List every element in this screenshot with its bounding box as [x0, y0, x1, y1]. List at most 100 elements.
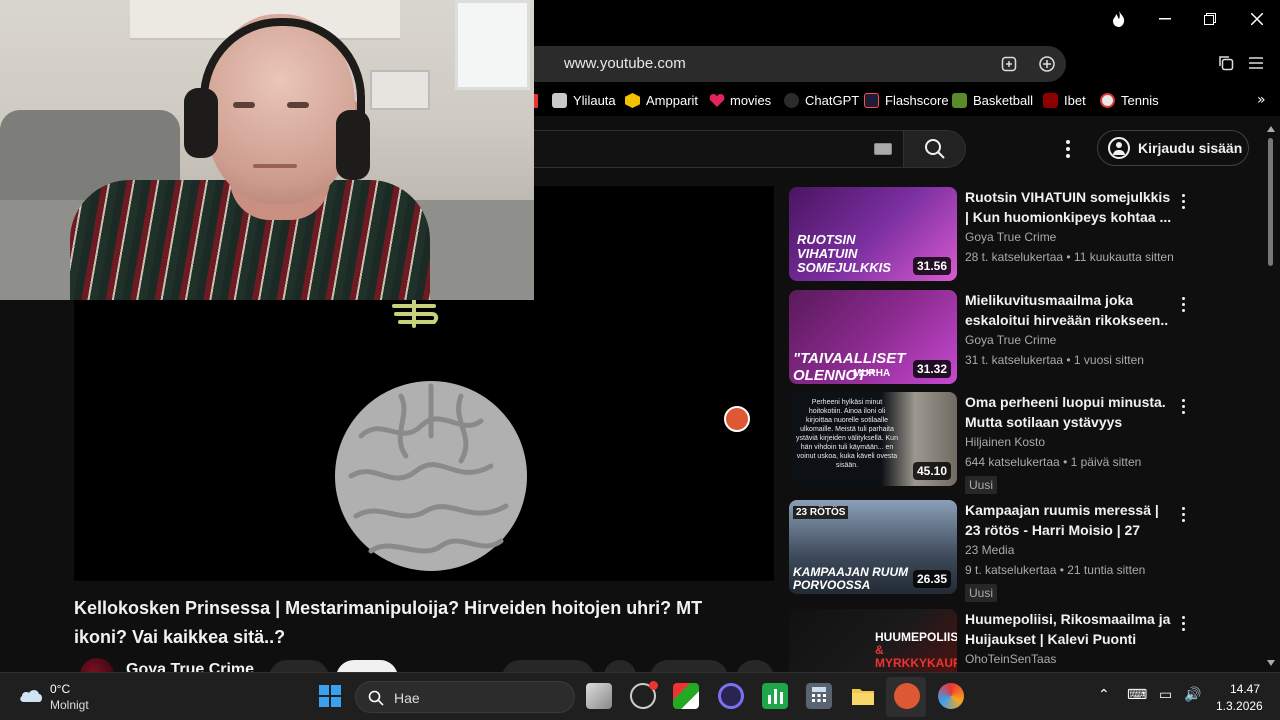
- task-view-icon[interactable]: [586, 683, 612, 709]
- channel-name[interactable]: Goya True Crime: [126, 661, 254, 672]
- recommendation-channel[interactable]: OhoTeinSenTaas: [965, 652, 1056, 666]
- share-button[interactable]: [604, 660, 636, 672]
- recommendation-title[interactable]: Ruotsin VIHATUIN somejulkkis | Kun huomi…: [965, 187, 1175, 227]
- video-thumbnail[interactable]: 23 RÖTÖS KAMPAAJAN RUUM PORVOOSSA 26.35: [789, 500, 957, 594]
- search-icon: [924, 139, 945, 159]
- recommendation-channel[interactable]: 23 Media: [965, 543, 1014, 557]
- subscribe-button[interactable]: [336, 660, 398, 672]
- url-text[interactable]: www.youtube.com: [564, 55, 686, 72]
- scroll-down-icon[interactable]: [1267, 660, 1275, 666]
- new-badge: Uusi: [965, 584, 998, 602]
- recommendation-item[interactable]: RUOTSIN VIHATUIN SOMEJULKKIS 31.56 Ruotsin…: [789, 187, 1259, 283]
- more-options-icon[interactable]: [1179, 294, 1187, 314]
- screen: www.youtube.com Ylilauta Ampparit movies: [0, 0, 1280, 720]
- recommendation-channel[interactable]: Goya True Crime: [965, 333, 1056, 347]
- video-duration: 26.35: [912, 570, 951, 588]
- recommendation-title[interactable]: Huumepoliisi, Rikosmaailma ja Huijaukset…: [965, 609, 1175, 649]
- recommendation-channel[interactable]: Hiljainen Kosto: [965, 435, 1045, 449]
- scrollbar-thumb[interactable]: [1268, 138, 1273, 266]
- thumbnail-caption: KAMPAAJAN RUUM PORVOOSSA: [793, 565, 909, 592]
- add-tab-icon[interactable]: [998, 53, 1020, 75]
- keyboard-icon[interactable]: ⌨: [1127, 687, 1147, 703]
- flame-icon[interactable]: [1099, 6, 1139, 32]
- symbol-icon: [392, 298, 439, 328]
- recommendation-title[interactable]: Mielikuvitusmaailma joka eskaloitui hirv…: [965, 290, 1175, 330]
- more-options-icon[interactable]: [1179, 613, 1187, 633]
- url-bar[interactable]: www.youtube.com: [534, 46, 1066, 82]
- copilot-icon[interactable]: [630, 681, 658, 709]
- app-icon[interactable]: [673, 683, 699, 709]
- folder-icon[interactable]: [850, 683, 876, 709]
- video-duration: 31.56: [912, 257, 951, 275]
- network-icon[interactable]: ▭: [1159, 687, 1172, 703]
- ylilauta-icon: [552, 93, 567, 108]
- join-button[interactable]: [269, 660, 329, 672]
- bookmark-movies[interactable]: movies: [709, 93, 771, 108]
- restore-icon[interactable]: [1190, 6, 1230, 32]
- chat-icon[interactable]: [1036, 53, 1058, 75]
- close-icon[interactable]: [1237, 6, 1277, 32]
- more-options-icon[interactable]: [1179, 191, 1187, 211]
- chart-app-icon[interactable]: [762, 683, 788, 709]
- scroll-up-icon[interactable]: [1267, 126, 1275, 132]
- duckduckgo-icon[interactable]: [724, 406, 750, 432]
- video-thumbnail[interactable]: HUUMEPOLIISI& MYRKKYKAUPPA: [789, 609, 957, 672]
- settings-menu-icon[interactable]: [1060, 136, 1076, 162]
- recommendation-channel[interactable]: Goya True Crime: [965, 230, 1056, 244]
- calculator-icon[interactable]: [806, 683, 832, 709]
- cloud-icon[interactable]: [18, 687, 44, 703]
- download-button[interactable]: [650, 660, 728, 672]
- bookmark-chatgpt[interactable]: ChatGPT: [784, 93, 859, 108]
- recommendation-item[interactable]: HUUMEPOLIISI& MYRKKYKAUPPA Huumepoliisi,…: [789, 609, 1259, 672]
- minimize-icon[interactable]: [1145, 6, 1185, 32]
- signin-label: Kirjaudu sisään: [1138, 140, 1243, 156]
- keyboard-icon[interactable]: [874, 143, 892, 155]
- video-thumbnail[interactable]: Perheeni hylkäsi minut hoitokotiin. Aino…: [789, 392, 957, 486]
- thumbnail-caption: RUOTSIN VIHATUIN SOMEJULKKIS: [797, 232, 891, 275]
- recommendation-item[interactable]: 23 RÖTÖS KAMPAAJAN RUUM PORVOOSSA 26.35 K…: [789, 500, 1259, 602]
- app-icon[interactable]: [938, 683, 964, 709]
- more-actions-button[interactable]: [736, 660, 774, 672]
- weather-description[interactable]: Molnigt: [50, 698, 89, 712]
- bookmark-ylilauta[interactable]: Ylilauta: [552, 93, 616, 108]
- bookmark-ampparit[interactable]: Ampparit: [625, 93, 698, 108]
- headphone-icon: [184, 88, 218, 158]
- clock-date[interactable]: 1.3.2026: [1216, 699, 1263, 713]
- recommendation-title[interactable]: Oma perheeni luopui minusta. Mutta sotil…: [965, 392, 1175, 432]
- duckduckgo-icon[interactable]: [894, 683, 920, 709]
- recommendation-item[interactable]: "TAIVAALLISET OLENNOT" MURHA 31.32 Mieli…: [789, 290, 1259, 386]
- video-thumbnail[interactable]: "TAIVAALLISET OLENNOT" MURHA 31.32: [789, 290, 957, 384]
- screen-recorder-icon[interactable]: [718, 683, 744, 709]
- tennis-icon: [1100, 93, 1115, 108]
- recommendation-meta: 31 t. katselukertaa • 1 vuosi sitten: [965, 353, 1144, 367]
- search-button[interactable]: [903, 130, 966, 168]
- notification-dot: [649, 681, 658, 690]
- bookmark-tennis[interactable]: Tennis: [1100, 93, 1159, 108]
- recommendation-item[interactable]: Perheeni hylkäsi minut hoitokotiin. Aino…: [789, 392, 1259, 494]
- signin-button[interactable]: Kirjaudu sisään: [1097, 130, 1249, 166]
- weather-temperature[interactable]: 0°C: [50, 682, 70, 696]
- volume-icon[interactable]: 🔊: [1184, 687, 1201, 703]
- recommendation-meta: 9 t. katselukertaa • 21 tuntia sitten: [965, 563, 1146, 577]
- user-icon: [1108, 137, 1130, 159]
- taskbar-search-label: Hae: [394, 690, 420, 706]
- taskbar-search[interactable]: Hae: [355, 681, 575, 713]
- menu-icon[interactable]: [1245, 52, 1267, 74]
- more-options-icon[interactable]: [1179, 504, 1187, 524]
- recommendation-title[interactable]: Kampaajan ruumis meressä | 23 rötös - Ha…: [965, 500, 1175, 540]
- search-input[interactable]: [534, 130, 904, 168]
- clock-time[interactable]: 14.47: [1230, 682, 1260, 696]
- more-options-icon[interactable]: [1179, 396, 1187, 416]
- recommendation-meta: 644 katselukertaa • 1 päivä sitten: [965, 455, 1142, 469]
- basketball-icon: [952, 93, 967, 108]
- chevron-up-icon[interactable]: ⌃: [1098, 687, 1110, 703]
- copy-icon[interactable]: [1215, 52, 1237, 74]
- start-icon[interactable]: [317, 683, 343, 709]
- like-button[interactable]: [502, 660, 594, 672]
- bookmark-basketball[interactable]: Basketball: [952, 93, 1033, 108]
- channel-avatar[interactable]: [80, 658, 114, 672]
- video-thumbnail[interactable]: RUOTSIN VIHATUIN SOMEJULKKIS 31.56: [789, 187, 957, 281]
- bookmark-flashscore[interactable]: Flashscore: [864, 93, 949, 108]
- more-bookmarks-icon[interactable]: »: [1257, 92, 1266, 108]
- bookmark-ibet[interactable]: Ibet: [1043, 93, 1086, 108]
